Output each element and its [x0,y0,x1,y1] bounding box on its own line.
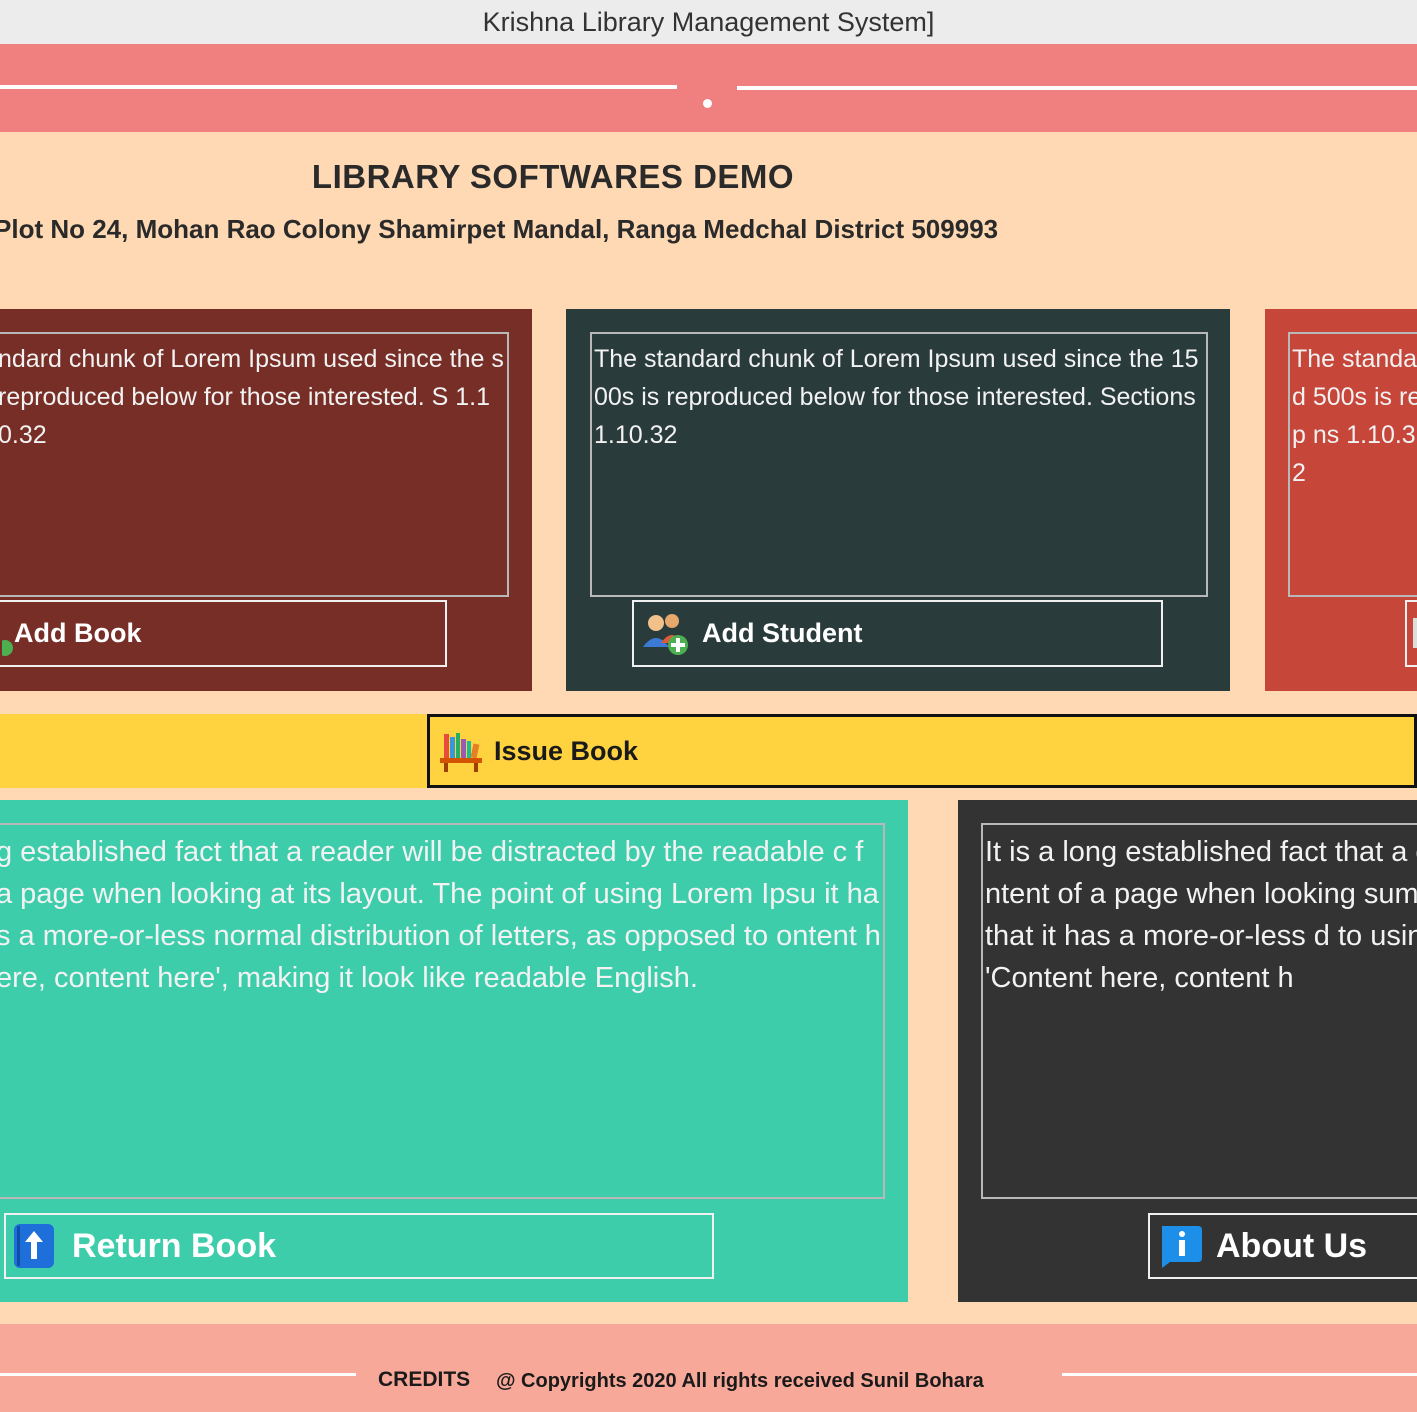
add-book-button[interactable]: Add Book [0,600,447,667]
add-student-button[interactable]: Add Student [632,600,1163,667]
third-card-button[interactable] [1405,600,1417,667]
window-title: Krishna Library Management System] [482,7,935,37]
return-book-card: g established fact that a reader will be… [0,800,908,1302]
footer-credits: CREDITS [378,1368,471,1391]
footer-divider-right [1062,1373,1417,1376]
footer-copyright: @ Copyrights 2020 All rights received Su… [496,1370,984,1392]
return-arrow-icon [14,1224,54,1268]
header-dot [703,99,712,108]
header-divider-left [0,85,677,89]
footer-divider-left [0,1373,356,1376]
window-title-bar: Krishna Library Management System] [0,0,1417,44]
issue-book-button-label: Issue Book [494,735,639,766]
about-us-description: It is a long established fact that a con… [981,823,1417,1199]
add-book-card: ndard chunk of Lorem Ipsum used since th… [0,309,532,691]
organization-address: Plot No 24, Mohan Rao Colony Shamirpet M… [0,214,999,244]
header-divider-right [737,86,1417,90]
bookshelf-icon [440,733,482,772]
add-student-icon [643,613,688,655]
add-student-card: The standard chunk of Lorem Ipsum used s… [566,309,1230,691]
add-student-description: The standard chunk of Lorem Ipsum used s… [590,332,1208,597]
add-book-description: ndard chunk of Lorem Ipsum used since th… [0,332,509,597]
add-book-button-label: Add Book [14,618,142,648]
return-book-description: g established fact that a reader will be… [0,823,885,1199]
footer: CREDITS @ Copyrights 2020 All rights rec… [0,1324,1417,1412]
organization-name: LIBRARY SOFTWARES DEMO [311,158,795,195]
third-card: The standard 500s is rep ns 1.10.32 [1265,309,1417,691]
about-us-button[interactable]: About Us [1148,1213,1417,1279]
return-book-button-label: Return Book [72,1226,276,1265]
return-book-button[interactable]: Return Book [4,1213,714,1279]
add-student-button-label: Add Student [702,618,863,648]
third-card-description: The standard 500s is rep ns 1.10.32 [1288,332,1417,597]
info-icon [1162,1226,1202,1268]
third-card-icon [1413,618,1417,648]
issue-book-button[interactable]: Issue Book [427,714,1417,788]
about-us-button-label: About Us [1216,1226,1368,1265]
about-us-card: It is a long established fact that a con… [958,800,1417,1302]
header-band [0,44,1417,132]
